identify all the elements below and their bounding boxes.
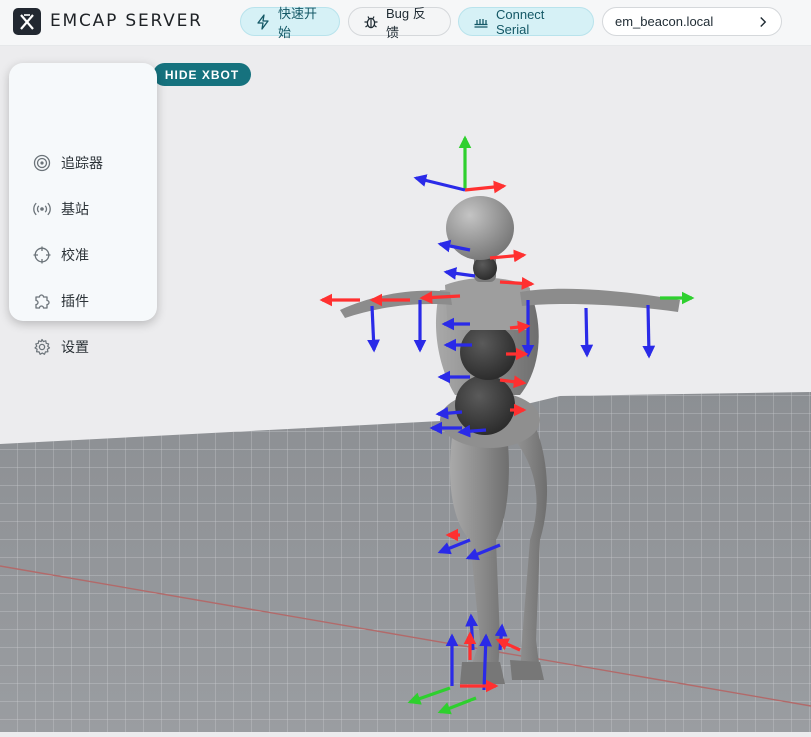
- connect-serial-button[interactable]: Connect Serial: [458, 6, 594, 37]
- bug-icon: [364, 15, 378, 28]
- sidebar-item-trackers[interactable]: 追踪器: [33, 151, 103, 175]
- quick-start-label: 快速开始: [278, 5, 318, 40]
- sidebar-item-plugins[interactable]: 插件: [33, 289, 89, 313]
- hide-xbot-button[interactable]: HIDE XBOT: [153, 63, 251, 86]
- sidebar-item-label: 设置: [61, 339, 89, 355]
- connect-serial-label: Connect Serial: [496, 6, 545, 37]
- bug-report-label: Bug 反馈: [386, 5, 426, 40]
- crosshair-icon: [33, 246, 51, 264]
- sidebar-item-calibration[interactable]: 校准: [33, 243, 89, 267]
- quick-start-button[interactable]: 快速开始: [240, 6, 340, 40]
- puzzle-icon: [35, 294, 50, 309]
- app-title: EMCAP SERVER: [50, 11, 203, 31]
- sidebar-item-label: 追踪器: [61, 155, 103, 171]
- server-address-button[interactable]: em_beacon.local: [602, 7, 782, 36]
- gear-icon: [34, 338, 51, 355]
- lightning-icon: [257, 13, 269, 30]
- sidebar-item-label: 基站: [61, 201, 89, 217]
- sidebar-item-base-station[interactable]: 基站: [33, 197, 89, 221]
- logo-icon: [20, 14, 34, 30]
- sidebar-item-label: 插件: [61, 293, 89, 309]
- server-address-label: em_beacon.local: [615, 14, 714, 29]
- target-icon: [33, 154, 51, 172]
- serial-port-icon: [474, 18, 488, 28]
- top-bar: EMCAP SERVER 快速开始 Bug 反馈 Connect Serial …: [0, 0, 811, 46]
- logo: [13, 8, 41, 35]
- broadcast-icon: [33, 202, 51, 216]
- bug-report-button[interactable]: Bug 反馈: [348, 6, 451, 40]
- side-menu: 追踪器 基站 校准 插件 设置: [9, 63, 157, 355]
- sidebar-item-label: 校准: [61, 247, 89, 263]
- sidebar-item-settings[interactable]: 设置: [33, 335, 89, 359]
- chevron-right-icon: [760, 16, 767, 27]
